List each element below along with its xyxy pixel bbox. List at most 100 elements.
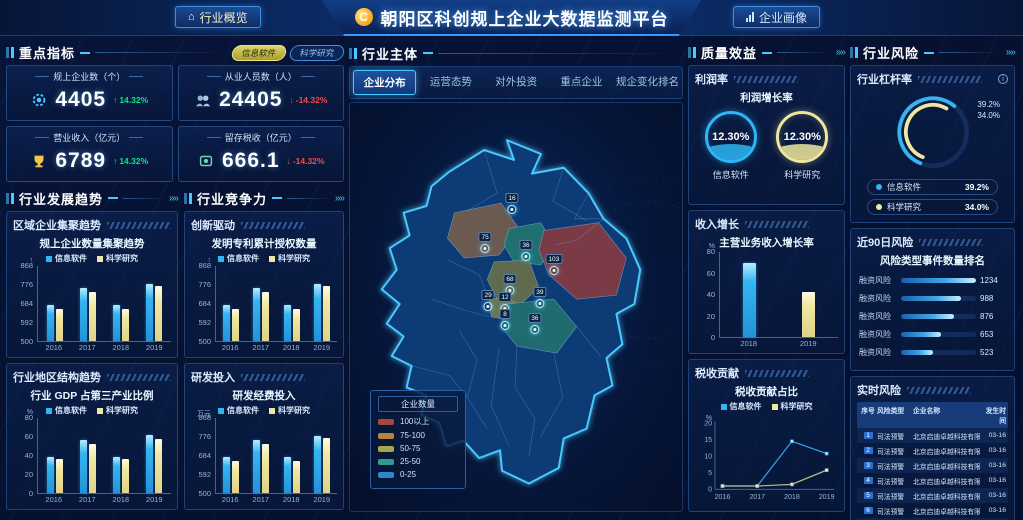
- bar-group: [720, 252, 779, 337]
- company-name: 北京启迪卓越科技有限公司: [913, 446, 980, 456]
- hbar-track: [901, 314, 976, 319]
- bar-group: [779, 252, 838, 337]
- district-map: 16753610368392912836 企业数量 100以上75-10050-…: [349, 102, 683, 512]
- more-arrows-icon[interactable]: »»: [1006, 47, 1015, 58]
- axis-tick: 2017: [246, 343, 277, 352]
- table-row[interactable]: 1司法预警北京启迪卓越科技有限公司03-16: [857, 428, 1008, 443]
- tab-对外投资[interactable]: 对外投资: [486, 70, 547, 95]
- legend-swatch: [97, 256, 103, 262]
- row-index: 3: [864, 462, 873, 469]
- table-row[interactable]: 4司法预警北京启迪卓越科技有限公司03-16: [857, 473, 1008, 488]
- up-arrow-icon: ↑: [113, 156, 117, 166]
- card-title: 创新驱动: [191, 217, 235, 233]
- axis-tick: 684: [20, 299, 33, 308]
- axis-tick: 60: [707, 269, 715, 278]
- bar: [47, 457, 54, 493]
- legend-label: 50-75: [400, 444, 420, 453]
- map-marker[interactable]: 16: [505, 193, 518, 214]
- bar-group: [38, 418, 71, 493]
- info-icon[interactable]: i: [998, 74, 1008, 84]
- occur-time: 03-16: [980, 507, 1006, 514]
- bar: [314, 284, 321, 341]
- occur-time: 03-16: [980, 462, 1006, 469]
- marker-value: 36: [519, 240, 532, 250]
- legend-label: 信息软件: [55, 253, 87, 264]
- hbar-track: [901, 332, 976, 337]
- risk-type: 司法预警: [877, 461, 913, 471]
- leverage-legend-item[interactable]: 信息软件39.2%: [867, 179, 998, 195]
- x-axis: 2016201720182019: [37, 343, 171, 352]
- tab-规企变化排名[interactable]: 规企变化排名: [616, 70, 679, 95]
- card-title: 税收贡献: [695, 365, 739, 381]
- map-marker[interactable]: 36: [528, 313, 541, 334]
- axis-tick: 2018: [719, 339, 779, 348]
- section-bars-icon: [6, 47, 14, 58]
- axis-tick: 684: [198, 451, 211, 460]
- card-profit-rate: 利润率 利润增长率 12.30% 信息软件 12.30% 科学研究: [688, 65, 845, 205]
- map-marker[interactable]: 103: [545, 254, 562, 275]
- map-marker[interactable]: 8: [500, 309, 511, 330]
- map-marker[interactable]: 75: [478, 232, 491, 253]
- svg-text:2019: 2019: [818, 493, 834, 501]
- axis-tick: 500: [198, 337, 211, 346]
- arc-values: 39.2% 34.0%: [977, 99, 1000, 121]
- axis-tick: 2019: [138, 343, 172, 352]
- card-title: 行业地区结构趋势: [13, 369, 101, 385]
- kpi-card-revenue: 营业收入（亿元） 6789 ↑14.32%: [6, 126, 173, 182]
- legend-label: 科学研究: [106, 253, 138, 264]
- nav-enterprise-profile[interactable]: 企业画像: [733, 6, 820, 28]
- bar: [155, 286, 162, 341]
- more-arrows-icon[interactable]: »»: [836, 47, 845, 58]
- map-marker[interactable]: 36: [519, 240, 532, 261]
- tag-science-research[interactable]: 科学研究: [288, 45, 345, 61]
- map-marker[interactable]: 39: [533, 287, 546, 308]
- gauge-label: 信息软件: [713, 168, 749, 181]
- compete-subcolumn: 行业竞争力 »» 创新驱动 发明专利累计授权数量 信息软件科学研究↑500592…: [184, 186, 344, 515]
- axis-tick: 868: [198, 261, 211, 270]
- section-title: 质量效益: [701, 43, 757, 62]
- trend-subcolumn: 行业发展趋势 »» 区域企业集聚趋势 规上企业数量集聚趋势 信息软件科学研究↑5…: [6, 186, 178, 515]
- kpi-value: 666.1: [222, 149, 280, 173]
- table-row[interactable]: 3 司法预警北京启迪卓越科技有限公司03-16: [857, 458, 1008, 473]
- tab-运营态势[interactable]: 运营态势: [420, 70, 481, 95]
- hatch-decoration: [107, 222, 171, 229]
- bar-group: [216, 418, 246, 493]
- table-row[interactable]: 2司法预警北京启迪卓越科技有限公司03-16: [857, 443, 1008, 458]
- bar-group: [105, 418, 138, 493]
- axis-tick: 776: [198, 432, 211, 441]
- legend-label: 信息软件: [227, 405, 259, 416]
- more-arrows-icon[interactable]: »»: [335, 193, 344, 204]
- bar: [323, 438, 330, 493]
- bar: [293, 461, 300, 493]
- bar: [47, 305, 54, 341]
- tab-重点企业[interactable]: 重点企业: [551, 70, 612, 95]
- axis-tick: 2017: [71, 495, 105, 504]
- leverage-legend-item[interactable]: 科学研究34.0%: [867, 199, 998, 215]
- legend-swatch: [46, 256, 52, 262]
- row-index: 2: [864, 447, 873, 454]
- hatch-decoration: [907, 387, 971, 394]
- axis-tick: 2018: [104, 495, 138, 504]
- location-pin-icon: [530, 325, 539, 334]
- table-row[interactable]: 6司法预警北京启迪卓越科技有限公司03-16: [857, 503, 1008, 518]
- row-index: 1: [864, 432, 873, 439]
- table-row[interactable]: 5司法预警北京启迪卓越科技有限公司03-16: [857, 488, 1008, 503]
- hbar-value: 653: [980, 330, 1006, 339]
- axis-tick: 0: [711, 333, 715, 342]
- nav-left-label: 行业概览: [200, 9, 248, 26]
- tab-企业分布[interactable]: 企业分布: [353, 70, 416, 95]
- hbar-label: 融资风险: [859, 275, 897, 286]
- kpi-value: 24405: [219, 88, 282, 112]
- more-arrows-icon[interactable]: »»: [169, 193, 178, 204]
- hbar-value: 876: [980, 312, 1006, 321]
- tag-info-software[interactable]: 信息软件: [230, 45, 287, 61]
- nav-industry-overview[interactable]: ⌂ 行业概览: [175, 6, 261, 28]
- company-name: 北京启迪卓越科技有限公司: [913, 461, 980, 471]
- hbar-chart-risk: 融资风险1234融资风险988融资风险876融资风险653融资风险523: [857, 275, 1008, 358]
- map-marker[interactable]: 29: [481, 290, 494, 311]
- legend-swatch: [378, 446, 394, 452]
- hbar-value: 1234: [980, 276, 1006, 285]
- axis-tick: 592: [198, 470, 211, 479]
- kpi-delta: ↓-14.32%: [289, 95, 327, 105]
- liquid-gauges: 12.30% 信息软件 12.30% 科学研究: [695, 111, 838, 181]
